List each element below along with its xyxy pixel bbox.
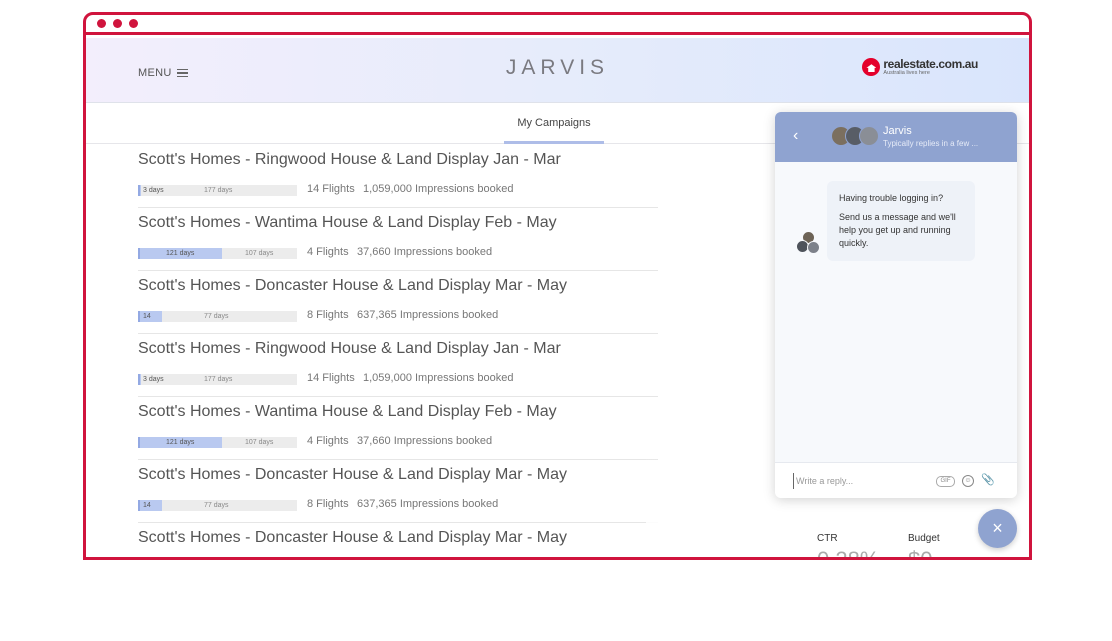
chat-agent-name: Jarvis bbox=[883, 125, 912, 137]
progress-elapsed: 121 days bbox=[166, 439, 195, 446]
tab-my-campaigns[interactable]: My Campaigns bbox=[504, 103, 604, 144]
logo-name: realestate.com.au bbox=[883, 57, 978, 71]
chat-status: Typically replies in a few ... bbox=[883, 139, 979, 148]
chat-header: ‹ Jarvis Typically replies in a few ... bbox=[775, 112, 1017, 162]
progress-remaining: 107 days bbox=[245, 250, 274, 257]
progress-elapsed: 14 bbox=[143, 502, 151, 509]
campaign-flights: 8 Flights bbox=[307, 309, 349, 321]
avatar bbox=[859, 126, 879, 146]
campaign-row[interactable]: Scott's Homes - Ringwood House & Land Di… bbox=[138, 145, 658, 208]
ctr-label: CTR bbox=[817, 533, 838, 544]
campaign-title[interactable]: Scott's Homes - Ringwood House & Land Di… bbox=[138, 340, 561, 358]
app-header: MENU JARVIS realestate.com.au Australia … bbox=[86, 38, 1029, 103]
campaign-impressions: 37,660 Impressions booked bbox=[357, 435, 493, 447]
house-icon bbox=[862, 58, 881, 77]
campaign-row[interactable]: Scott's Homes - Doncaster House & Land D… bbox=[138, 271, 658, 334]
gif-button[interactable]: GIF bbox=[936, 476, 955, 487]
logo-tagline: Australia lives here bbox=[883, 70, 930, 76]
campaign-flights: 4 Flights bbox=[307, 246, 349, 258]
window-dot-icon bbox=[129, 19, 138, 28]
progress-remaining: 77 days bbox=[204, 313, 229, 320]
campaign-progress-bar: 14 77 days bbox=[138, 311, 297, 322]
campaign-flights: 14 Flights bbox=[307, 183, 355, 195]
message-avatars bbox=[796, 231, 822, 257]
campaign-progress-bar: 121 days 107 days bbox=[138, 248, 297, 259]
campaign-title[interactable]: Scott's Homes - Wantima House & Land Dis… bbox=[138, 214, 557, 232]
campaign-impressions: 1,059,000 Impressions booked bbox=[363, 372, 514, 384]
campaign-impressions: 637,365 Impressions booked bbox=[357, 309, 499, 321]
window-dot-icon bbox=[113, 19, 122, 28]
budget-label: Budget bbox=[908, 533, 940, 544]
progress-elapsed: 121 days bbox=[166, 250, 195, 257]
progress-elapsed: 3 days bbox=[143, 376, 164, 383]
campaign-progress-bar: 3 days 177 days bbox=[138, 185, 297, 196]
progress-remaining: 177 days bbox=[204, 187, 233, 194]
chat-message: Send us a message and we'll help you get… bbox=[839, 212, 956, 248]
chat-message-bubble: Having trouble logging in? Send us a mes… bbox=[827, 181, 975, 261]
campaign-row[interactable]: Scott's Homes - Wantima House & Land Dis… bbox=[138, 397, 658, 460]
campaign-progress-bar: 121 days 107 days bbox=[138, 437, 297, 448]
budget-value: $0 bbox=[908, 547, 933, 560]
emoji-icon[interactable]: ☺ bbox=[962, 475, 974, 487]
window-dot-icon bbox=[97, 19, 106, 28]
avatar bbox=[807, 241, 820, 254]
campaign-title[interactable]: Scott's Homes - Doncaster House & Land D… bbox=[138, 466, 567, 484]
campaign-flights: 14 Flights bbox=[307, 372, 355, 384]
chat-close-button[interactable]: × bbox=[978, 509, 1017, 548]
campaign-row[interactable]: Scott's Homes - Wantima House & Land Dis… bbox=[138, 208, 658, 271]
campaign-row[interactable]: Scott's Homes - Doncaster House & Land D… bbox=[138, 523, 658, 557]
campaign-progress-fill bbox=[138, 185, 141, 196]
campaign-row[interactable]: Scott's Homes - Doncaster House & Land D… bbox=[138, 460, 658, 523]
campaign-title[interactable]: Scott's Homes - Ringwood House & Land Di… bbox=[138, 151, 561, 169]
campaign-impressions: 1,059,000 Impressions booked bbox=[363, 183, 514, 195]
close-icon: × bbox=[992, 518, 1003, 538]
ctr-value: 0.28% bbox=[817, 547, 880, 560]
progress-remaining: 77 days bbox=[204, 502, 229, 509]
chat-composer: GIF ☺ 📎 bbox=[775, 462, 1017, 498]
realestate-logo[interactable]: realestate.com.au Australia lives here bbox=[862, 58, 978, 77]
campaign-impressions: 37,660 Impressions booked bbox=[357, 246, 493, 258]
campaign-list: Scott's Homes - Ringwood House & Land Di… bbox=[138, 145, 658, 557]
campaign-title[interactable]: Scott's Homes - Doncaster House & Land D… bbox=[138, 277, 567, 295]
campaign-flights: 8 Flights bbox=[307, 498, 349, 510]
team-avatars bbox=[831, 126, 879, 146]
campaign-impressions: 637,365 Impressions booked bbox=[357, 498, 499, 510]
paperclip-icon[interactable]: 📎 bbox=[981, 473, 995, 486]
progress-remaining: 107 days bbox=[245, 439, 274, 446]
progress-remaining: 177 days bbox=[204, 376, 233, 383]
window-titlebar bbox=[86, 15, 1029, 35]
campaign-flights: 4 Flights bbox=[307, 435, 349, 447]
campaign-title[interactable]: Scott's Homes - Doncaster House & Land D… bbox=[138, 529, 567, 547]
campaign-row[interactable]: Scott's Homes - Ringwood House & Land Di… bbox=[138, 334, 658, 397]
campaign-progress-bar: 14 77 days bbox=[138, 500, 297, 511]
chat-message: Having trouble logging in? bbox=[839, 193, 944, 203]
reply-input[interactable] bbox=[793, 473, 923, 489]
campaign-progress-fill bbox=[138, 374, 141, 385]
chat-widget: ‹ Jarvis Typically replies in a few ... … bbox=[775, 112, 1017, 498]
progress-elapsed: 3 days bbox=[143, 187, 164, 194]
progress-elapsed: 14 bbox=[143, 313, 151, 320]
campaign-title[interactable]: Scott's Homes - Wantima House & Land Dis… bbox=[138, 403, 557, 421]
chevron-left-icon[interactable]: ‹ bbox=[793, 126, 807, 146]
campaign-progress-bar: 3 days 177 days bbox=[138, 374, 297, 385]
